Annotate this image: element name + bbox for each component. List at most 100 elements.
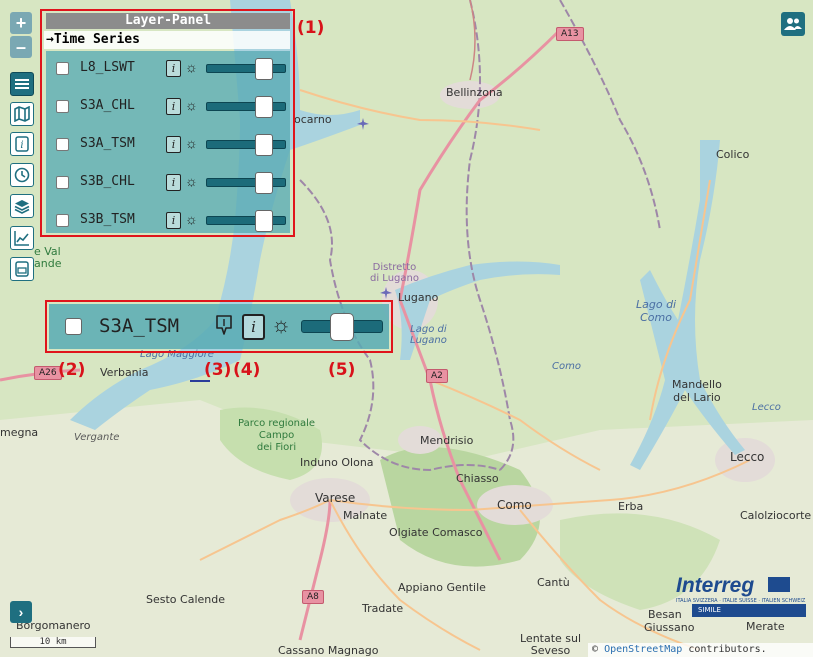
- scale-bar: 10 km: [10, 637, 96, 648]
- place-label-lago-como-text: Lago di Como: [636, 298, 677, 324]
- opacity-sun-icon: ☼: [185, 135, 198, 151]
- line-chart-icon: [14, 231, 29, 246]
- layer-info-icon[interactable]: i: [166, 60, 181, 77]
- expand-panel-button[interactable]: ›: [10, 601, 32, 623]
- print-icon: [15, 261, 29, 277]
- layer-checkbox[interactable]: [56, 214, 69, 227]
- print-button[interactable]: [10, 257, 34, 281]
- layer-name: S3A_TSM: [99, 315, 180, 337]
- place-label-val-grande-text: e Val ande: [34, 245, 62, 270]
- layer-info-icon[interactable]: i: [166, 174, 181, 191]
- layer-name: S3A_TSM: [80, 136, 135, 151]
- group-arrow-icon: →: [46, 32, 54, 47]
- opacity-slider-handle[interactable]: [255, 58, 273, 80]
- layer-group-time-series[interactable]: →Time Series: [44, 31, 290, 49]
- opacity-sun-icon: ☼: [185, 211, 198, 227]
- layer-info-icon[interactable]: i: [242, 314, 265, 340]
- callout-1: (1): [297, 18, 325, 38]
- opacity-slider[interactable]: [206, 172, 286, 194]
- place-label-lentate: Lentate sul Seveso: [520, 633, 581, 657]
- callout-3: (3): [204, 360, 232, 380]
- place-label-verbania: Verbania: [100, 366, 149, 379]
- layer-row-l8-lswt: L8_LSWT i ☼: [46, 54, 290, 84]
- place-label-sesto: Sesto Calende: [146, 593, 225, 606]
- place-label-bellinzona: Bellinzona: [446, 86, 503, 99]
- map-icon: [14, 106, 30, 122]
- place-label-lago-como: Lago di Como: [636, 298, 676, 324]
- place-label-lago-lugano: Lago di Lugano: [410, 324, 447, 346]
- place-label-locarno: ocarno: [294, 113, 332, 126]
- place-label-val-grande: e Val ande: [34, 246, 61, 270]
- logo-word: Interreg: [676, 574, 755, 597]
- layer-panel-title[interactable]: Layer-Panel: [46, 13, 290, 29]
- attribution-suffix: contributors.: [688, 644, 767, 655]
- place-label-lecco-lake: Lecco: [752, 402, 781, 413]
- road-shield-a2: A2: [426, 369, 448, 383]
- chart-button[interactable]: [10, 226, 34, 250]
- place-label-lago-lugano-text: Lago di Lugano: [410, 324, 447, 346]
- place-label-calolziocorte: Calolziocorte: [740, 509, 812, 522]
- user-button[interactable]: [781, 12, 805, 36]
- layers-button[interactable]: [10, 194, 34, 218]
- opacity-sun-icon: ☼: [185, 173, 198, 189]
- layer-info-icon[interactable]: i: [166, 98, 181, 115]
- place-label-parco-text: Parco regionale Campo dei Fiori: [238, 418, 316, 453]
- callout-5: (5): [328, 360, 356, 380]
- info-button[interactable]: i: [10, 132, 34, 156]
- layer-checkbox[interactable]: [56, 176, 69, 189]
- place-label-chiasso: Chiasso: [456, 472, 499, 485]
- opacity-slider-handle[interactable]: [255, 134, 273, 156]
- opacity-slider[interactable]: [206, 210, 286, 232]
- layer-checkbox[interactable]: [65, 318, 82, 335]
- opacity-slider[interactable]: [206, 58, 286, 80]
- map-attribution: © OpenStreetMap contributors.: [588, 643, 813, 657]
- layer-checkbox[interactable]: [56, 100, 69, 113]
- opacity-slider-handle[interactable]: [330, 313, 354, 341]
- road-shield-a8: A8: [302, 590, 324, 604]
- zoom-in-button[interactable]: +: [10, 12, 32, 34]
- osm-link[interactable]: OpenStreetMap: [604, 644, 682, 655]
- layer-checkbox[interactable]: [56, 138, 69, 151]
- callout-underline: [190, 380, 210, 382]
- place-label-merate: Merate: [746, 620, 785, 633]
- clock-icon: [14, 167, 30, 183]
- opacity-sun-icon: ☼: [271, 312, 292, 337]
- layer-list-button[interactable]: [10, 72, 34, 96]
- place-label-lentate-text: Lentate sul Seveso: [520, 632, 582, 657]
- place-label-lugano: Lugano: [398, 291, 439, 304]
- opacity-slider[interactable]: [301, 313, 383, 341]
- opacity-sun-icon: ☼: [185, 97, 198, 113]
- place-label-colico: Colico: [716, 148, 750, 161]
- layer-info-icon[interactable]: i: [166, 212, 181, 229]
- layers-icon: [14, 200, 30, 214]
- time-button[interactable]: [10, 163, 34, 187]
- opacity-slider-handle[interactable]: [255, 172, 273, 194]
- place-label-cassano: Cassano Magnago: [278, 644, 379, 657]
- place-label-erba: Erba: [618, 500, 644, 513]
- layer-name: S3A_CHL: [80, 98, 135, 113]
- opacity-slider-handle[interactable]: [255, 210, 273, 232]
- download-icon[interactable]: [215, 314, 233, 336]
- place-label-lecco: Lecco: [730, 450, 765, 464]
- opacity-slider[interactable]: [206, 134, 286, 156]
- layer-group-label: Time Series: [53, 32, 140, 47]
- callout-2: (2): [58, 360, 86, 380]
- place-label-induno: Induno Olona: [300, 456, 374, 469]
- opacity-slider-handle[interactable]: [255, 96, 273, 118]
- map-button[interactable]: [10, 102, 34, 126]
- info-icon: i: [15, 136, 29, 152]
- layer-row-s3a-tsm: S3A_TSM i ☼: [46, 130, 290, 160]
- zoomed-layer-row-body: S3A_TSM i ☼: [49, 304, 389, 349]
- place-label-distretto-text: Distretto di Lugano: [370, 262, 419, 284]
- layer-info-icon[interactable]: i: [166, 136, 181, 153]
- place-label-distretto: Distretto di Lugano: [370, 262, 419, 284]
- eu-flag-icon: [768, 577, 790, 592]
- layer-checkbox[interactable]: [56, 62, 69, 75]
- place-label-omegna: megna: [0, 426, 39, 439]
- place-label-malnate: Malnate: [343, 509, 388, 522]
- opacity-slider[interactable]: [206, 96, 286, 118]
- layer-name: S3B_TSM: [80, 212, 135, 227]
- place-label-tradate: Tradate: [362, 602, 404, 615]
- zoom-out-button[interactable]: –: [10, 36, 32, 58]
- zoomed-layer-row: S3A_TSM i ☼: [45, 300, 393, 353]
